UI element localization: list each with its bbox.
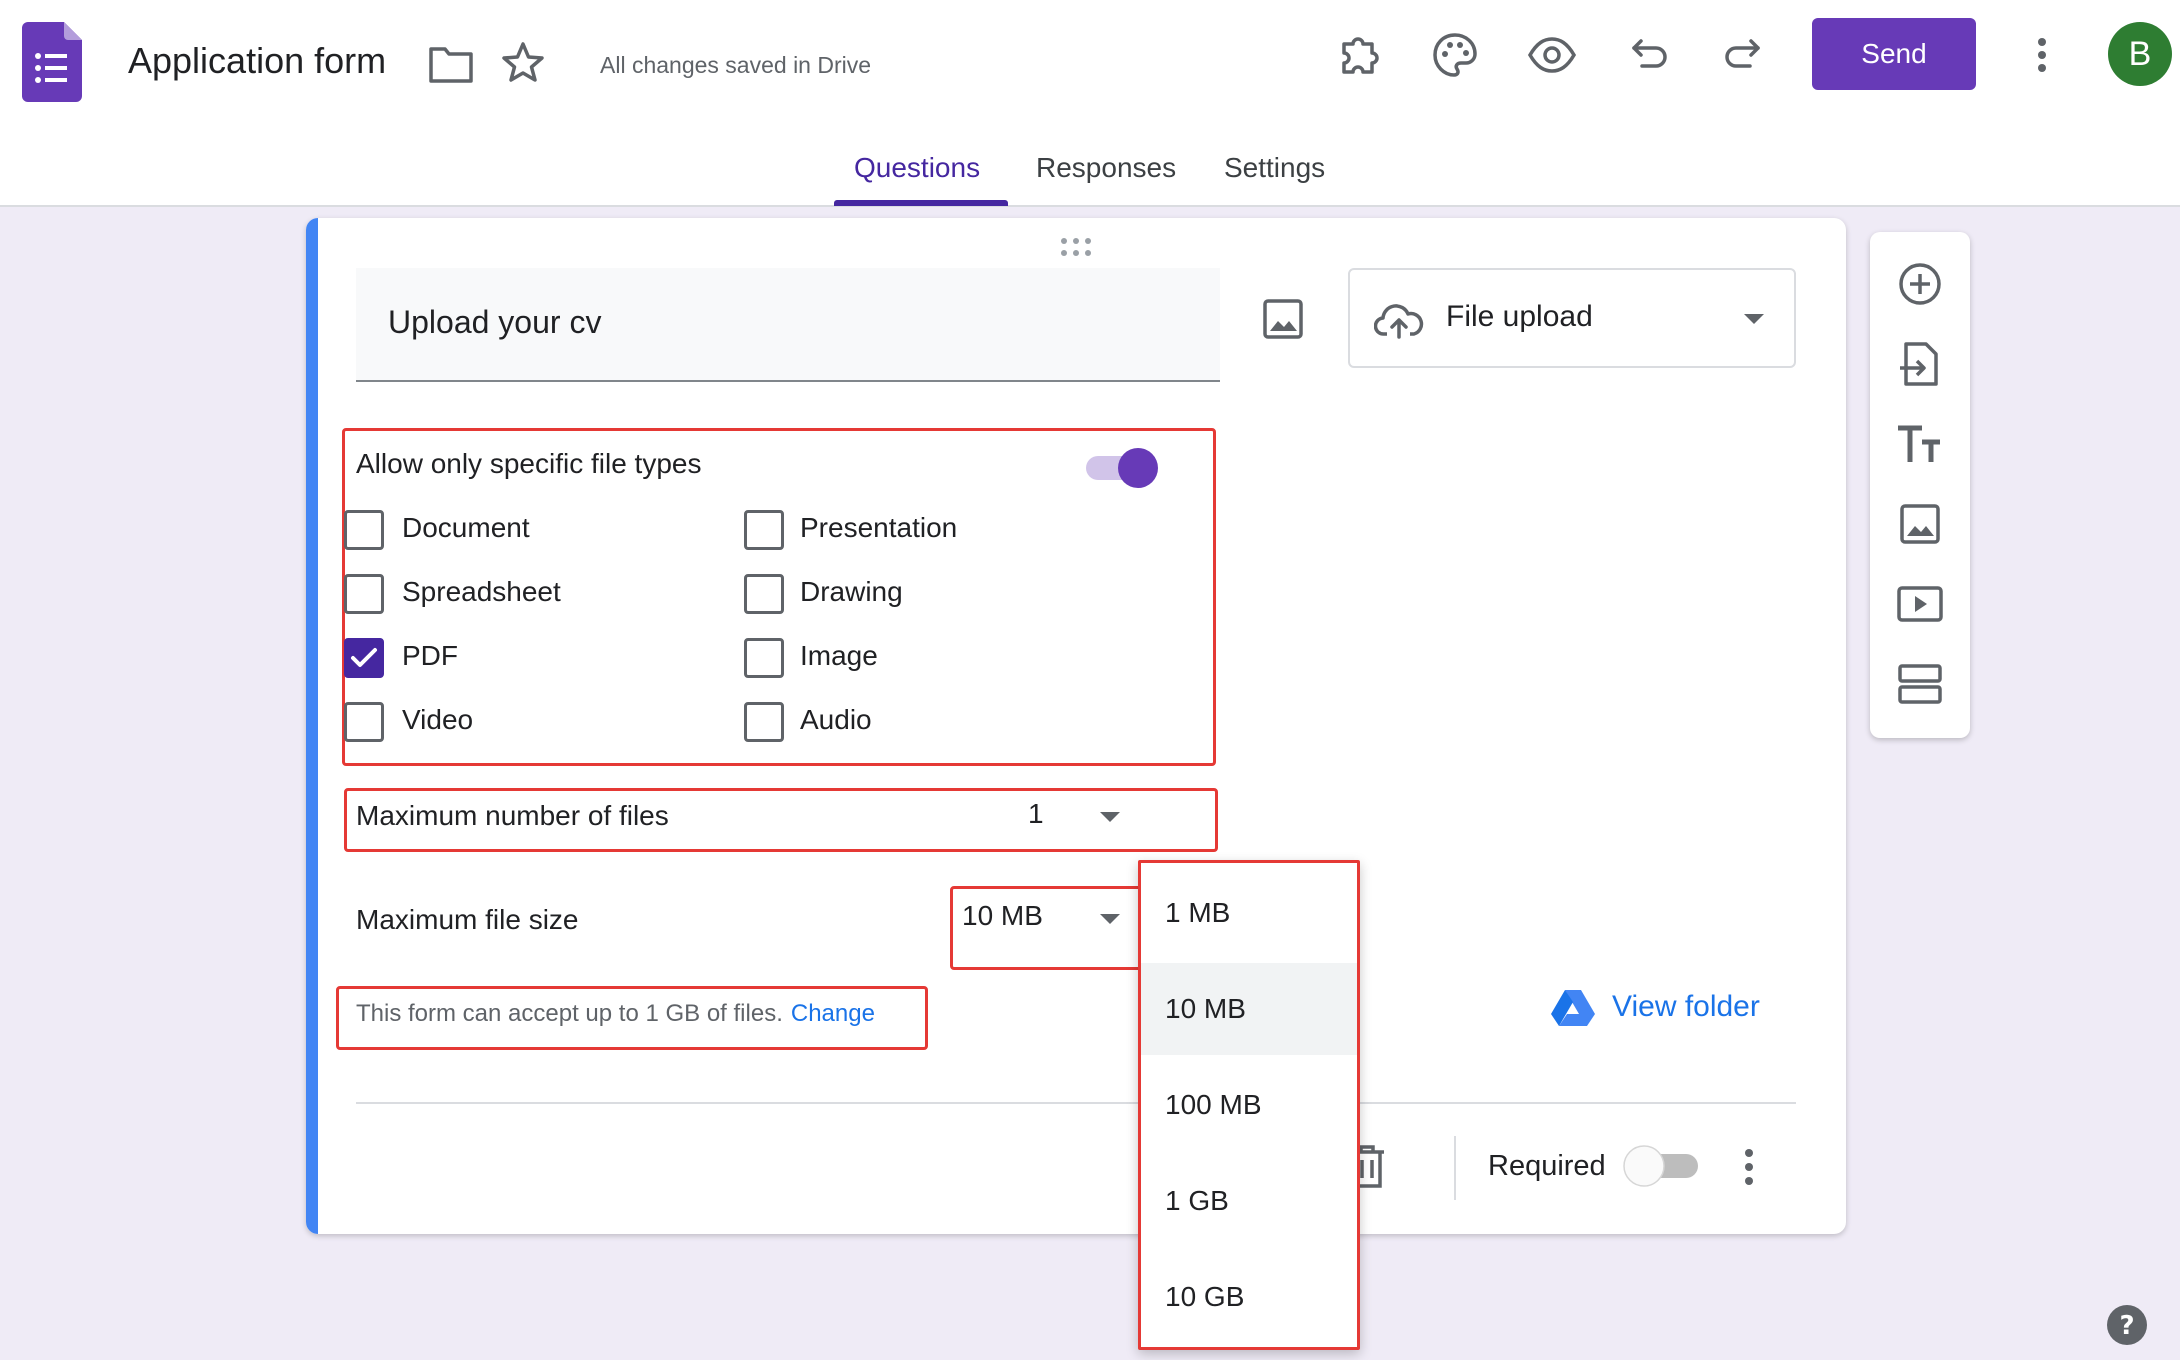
change-limit-link[interactable]: Change xyxy=(791,1000,875,1027)
checkbox-label-video: Video xyxy=(402,704,474,735)
preview-icon[interactable] xyxy=(1527,30,1577,80)
checkbox-label-pdf: PDF xyxy=(402,640,458,671)
tab-settings[interactable]: Settings xyxy=(1224,152,1325,184)
drag-handle-icon[interactable] xyxy=(1058,236,1094,258)
add-question-icon[interactable] xyxy=(1894,258,1946,310)
checkbox-label-presentation: Presentation xyxy=(800,512,958,543)
menu-item-10gb[interactable]: 10 GB xyxy=(1141,1251,1357,1343)
add-title-icon[interactable] xyxy=(1894,418,1946,470)
add-image-icon[interactable] xyxy=(1894,498,1946,550)
checkbox-presentation[interactable] xyxy=(744,510,784,550)
addons-icon[interactable] xyxy=(1336,30,1386,80)
redo-icon[interactable] xyxy=(1718,30,1768,80)
menu-item-1mb[interactable]: 1 MB xyxy=(1141,867,1357,959)
checkbox-label-image: Image xyxy=(800,640,878,671)
checkbox-label-drawing: Drawing xyxy=(800,576,903,607)
max-files-label: Maximum number of files xyxy=(356,800,669,831)
checkbox-label-document: Document xyxy=(402,512,530,543)
app-header: Application form All changes saved in Dr… xyxy=(0,0,2180,207)
checkbox-label-audio: Audio xyxy=(800,704,872,735)
palette-icon[interactable] xyxy=(1430,30,1480,80)
question-card: Upload your cv File upload Allow only sp… xyxy=(306,218,1846,1234)
question-title-input[interactable]: Upload your cv xyxy=(356,268,1220,382)
limit-note: This form can accept up to 1 GB of files… xyxy=(356,1000,875,1028)
add-section-icon[interactable] xyxy=(1894,658,1946,710)
question-title-text: Upload your cv xyxy=(388,304,602,340)
drive-icon[interactable] xyxy=(1550,988,1596,1028)
save-status: All changes saved in Drive xyxy=(600,52,872,78)
side-toolbar xyxy=(1870,232,1970,738)
forms-logo-icon[interactable] xyxy=(22,22,82,102)
card-divider xyxy=(356,1102,1796,1104)
svg-text:?: ? xyxy=(2119,1311,2134,1341)
file-types-toggle[interactable] xyxy=(1082,446,1160,490)
chevron-down-icon xyxy=(1744,314,1764,324)
checkbox-video[interactable] xyxy=(344,702,384,742)
tab-questions[interactable]: Questions xyxy=(854,152,980,184)
checkbox-image[interactable] xyxy=(744,638,784,678)
chevron-down-icon[interactable] xyxy=(1098,912,1122,926)
required-toggle[interactable] xyxy=(1622,1144,1704,1188)
active-tab-indicator xyxy=(834,200,1008,206)
menu-item-10mb[interactable]: 10 MB xyxy=(1141,963,1357,1055)
checkbox-drawing[interactable] xyxy=(744,574,784,614)
card-accent-bar xyxy=(306,218,318,1234)
more-vert-icon[interactable] xyxy=(2022,30,2062,80)
add-image-icon[interactable] xyxy=(1260,296,1306,342)
cloud-upload-icon xyxy=(1374,304,1424,339)
required-label: Required xyxy=(1488,1150,1606,1182)
checkbox-pdf[interactable] xyxy=(344,638,384,678)
checkbox-document[interactable] xyxy=(344,510,384,550)
checkbox-spreadsheet[interactable] xyxy=(344,574,384,614)
folder-icon[interactable] xyxy=(428,44,474,84)
avatar[interactable]: B xyxy=(2108,22,2172,86)
checkbox-label-spreadsheet: Spreadsheet xyxy=(402,576,561,607)
question-type-label: File upload xyxy=(1446,300,1593,333)
max-size-select[interactable]: 10 MB xyxy=(962,900,1043,932)
file-types-label: Allow only specific file types xyxy=(356,448,702,479)
limit-note-text: This form can accept up to 1 GB of files… xyxy=(356,1000,783,1027)
star-icon[interactable] xyxy=(500,40,546,86)
menu-item-1gb[interactable]: 1 GB xyxy=(1141,1155,1357,1247)
import-questions-icon[interactable] xyxy=(1894,338,1946,390)
chevron-down-icon[interactable] xyxy=(1098,810,1122,824)
footer-divider xyxy=(1454,1136,1456,1200)
question-type-select[interactable]: File upload xyxy=(1348,268,1796,368)
help-icon[interactable]: ? xyxy=(2106,1304,2148,1346)
menu-item-100mb[interactable]: 100 MB xyxy=(1141,1059,1357,1151)
form-title[interactable]: Application form xyxy=(128,40,386,82)
max-size-label: Maximum file size xyxy=(356,904,579,935)
max-files-select[interactable]: 1 xyxy=(1028,798,1044,830)
file-size-menu: 1 MB 10 MB 100 MB 1 GB 10 GB xyxy=(1138,860,1360,1350)
view-folder-link[interactable]: View folder xyxy=(1612,990,1760,1024)
undo-icon[interactable] xyxy=(1624,30,1674,80)
tab-responses[interactable]: Responses xyxy=(1036,152,1176,184)
add-video-icon[interactable] xyxy=(1894,578,1946,630)
send-button[interactable]: Send xyxy=(1812,18,1976,90)
more-vert-icon[interactable] xyxy=(1734,1144,1764,1190)
checkbox-audio[interactable] xyxy=(744,702,784,742)
checkmark-icon xyxy=(351,648,377,667)
